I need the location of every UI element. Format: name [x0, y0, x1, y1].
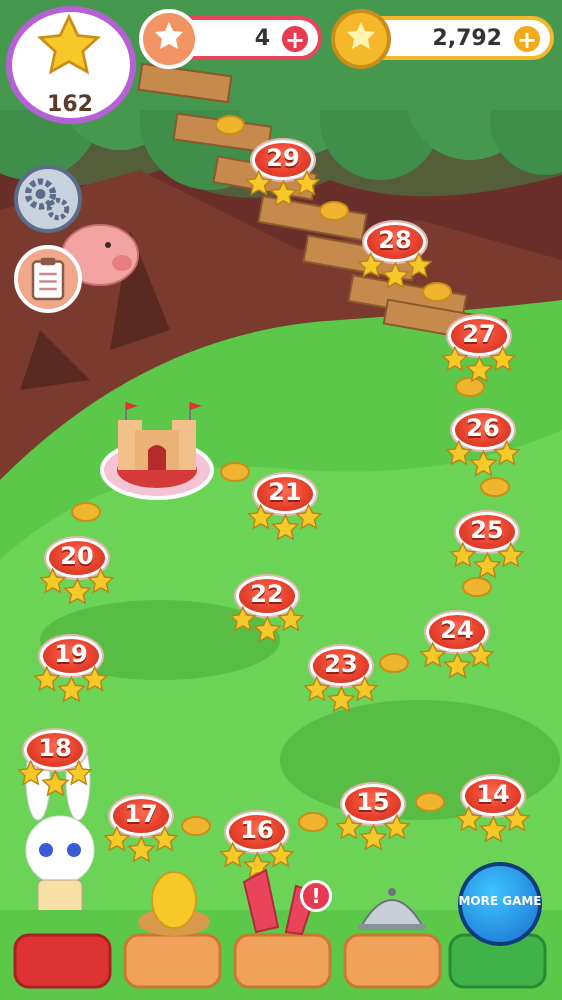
coin-icon: [331, 9, 391, 69]
level-stars: [17, 759, 93, 797]
level-stars: [247, 503, 323, 541]
level-node[interactable]: 18: [17, 730, 93, 797]
heart-life-icon: [139, 9, 199, 69]
level-node[interactable]: 25: [449, 512, 525, 579]
level-node[interactable]: 17: [103, 796, 179, 863]
level-node[interactable]: 16: [219, 812, 295, 879]
missions-button[interactable]: [14, 245, 82, 313]
level-stars: [103, 825, 179, 863]
add-lives-button[interactable]: +: [280, 24, 310, 54]
level-stars: [303, 675, 379, 713]
gear-icon: [24, 178, 70, 221]
add-coins-button[interactable]: +: [512, 24, 542, 54]
coin-value: 2,792: [432, 26, 502, 51]
level-node[interactable]: 26: [445, 410, 521, 477]
egg-nest-icon[interactable]: [134, 870, 214, 940]
level-node[interactable]: 22: [229, 576, 305, 643]
lives-value: 4: [254, 26, 270, 51]
settings-button[interactable]: [14, 165, 82, 233]
level-stars: [33, 665, 109, 703]
level-node[interactable]: 28: [357, 222, 433, 289]
level-node[interactable]: 23: [303, 646, 379, 713]
alert-badge: !: [300, 880, 332, 912]
star-icon: [36, 14, 102, 75]
level-node[interactable]: 29: [245, 140, 321, 207]
level-node[interactable]: 15: [335, 784, 411, 851]
level-stars: [357, 251, 433, 289]
level-stars: [229, 605, 305, 643]
level-stars: [455, 805, 531, 843]
level-node[interactable]: 20: [39, 538, 115, 605]
star-total-badge[interactable]: 162: [6, 6, 136, 124]
level-stars: [419, 641, 495, 679]
level-stars: [39, 567, 115, 605]
clipboard-icon: [31, 257, 65, 301]
level-node[interactable]: 14: [455, 776, 531, 843]
more-games-label: MORE GAME: [458, 894, 542, 908]
level-node[interactable]: 19: [33, 636, 109, 703]
star-total-count: 162: [47, 92, 93, 117]
level-stars: [445, 439, 521, 477]
food-cloche-icon[interactable]: [352, 870, 432, 940]
level-stars: [449, 541, 525, 579]
level-node[interactable]: 24: [419, 612, 495, 679]
level-stars: [335, 813, 411, 851]
more-games-button[interactable]: MORE GAME: [458, 862, 542, 946]
level-stars: [441, 345, 517, 383]
level-stars: [245, 169, 321, 207]
level-node[interactable]: 27: [441, 316, 517, 383]
level-node[interactable]: 21: [247, 474, 323, 541]
